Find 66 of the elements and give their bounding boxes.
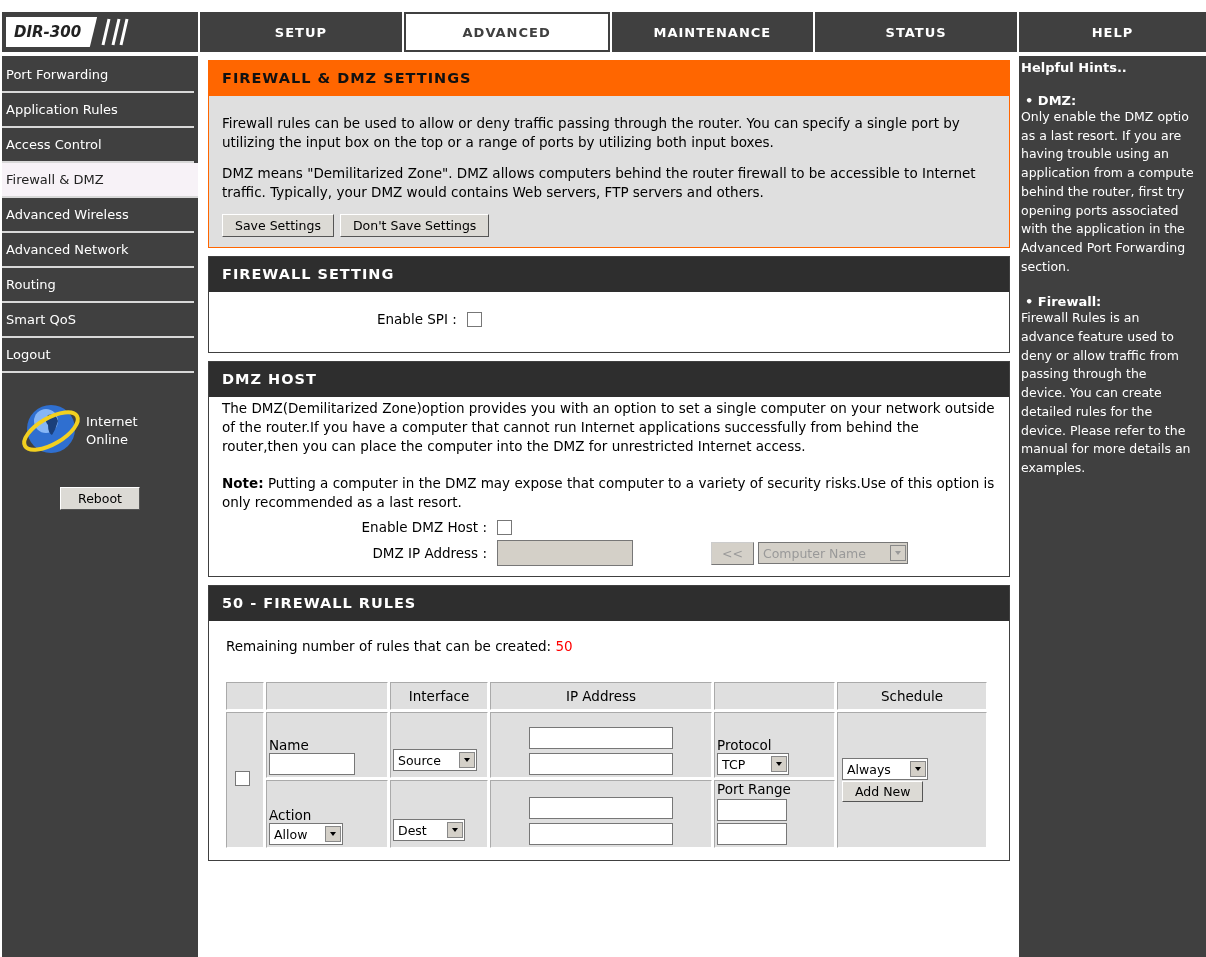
- dest-dropdown[interactable]: Dest: [393, 819, 465, 841]
- checkbox[interactable]: [235, 771, 250, 786]
- nav-tab[interactable]: ADVANCED: [403, 12, 610, 52]
- hint-heading: • Firewall:: [1024, 294, 1103, 310]
- connection-status: Internet Online: [86, 413, 139, 449]
- port-end-field[interactable]: [717, 823, 787, 845]
- column-header: IP Address: [490, 682, 712, 710]
- logo: DIR-300: [6, 17, 98, 47]
- sidebar-item[interactable]: Advanced Wireless: [2, 198, 194, 233]
- sidebar-item[interactable]: Logout: [2, 338, 194, 373]
- settings-button[interactable]: Don't Save Settings: [339, 214, 490, 237]
- sidebar-item[interactable]: Firewall & DMZ: [2, 163, 198, 198]
- settings-button[interactable]: Save Settings: [222, 214, 334, 237]
- hint-heading: • DMZ:: [1024, 93, 1078, 108]
- sidebar-item[interactable]: Port Forwarding: [2, 58, 194, 93]
- field-label: Action: [269, 807, 313, 823]
- field-label: Enable DMZ Host :: [360, 519, 487, 535]
- field-label: Protocol: [717, 737, 773, 753]
- sidebar-item[interactable]: Application Rules: [2, 93, 194, 128]
- field-label: Name: [269, 737, 310, 753]
- panel-title: DMZ HOST: [209, 362, 1009, 397]
- schedule-dropdown[interactable]: Always: [842, 758, 928, 780]
- help-tab[interactable]: HELP: [1019, 12, 1206, 52]
- caret-icon: [910, 761, 926, 777]
- panel-title: 50 - FIREWALL RULES: [209, 586, 1009, 621]
- slashes-icon: [99, 17, 130, 47]
- description-text: Firewall rules can be used to allow or deny traffic passing through the router. You can specify a single port by utilizing the input box on the top or a range of ports by utilizing both input boxes.: [222, 114, 961, 152]
- checkbox[interactable]: [497, 519, 512, 535]
- sidebar-item[interactable]: Advanced Network: [2, 233, 194, 268]
- ip-end-field[interactable]: [529, 823, 673, 845]
- description-text: DMZ means "Demilitarized Zone". DMZ allows computers behind the router firewall to be accessible to Internet traffic. Typically, your DMZ would contains Web servers, FTP servers and others.: [222, 164, 977, 202]
- caret-icon: [771, 756, 787, 772]
- note-text: Note: Putting a computer in the DMZ may expose that computer to a variety of security risks.Use of this option is only recommended as a last resort.: [222, 474, 996, 512]
- field-label: DMZ IP Address :: [371, 545, 487, 561]
- ip-start-field[interactable]: [529, 797, 673, 819]
- checkbox[interactable]: [466, 311, 482, 327]
- field-label: Port Range: [717, 781, 792, 797]
- caret-icon: [889, 545, 906, 561]
- nav-tab[interactable]: MAINTENANCE: [611, 12, 814, 52]
- ip-end-field[interactable]: [529, 753, 673, 775]
- column-header: Interface: [390, 682, 488, 710]
- action-dropdown[interactable]: Allow: [269, 823, 343, 845]
- add-new-button[interactable]: Add New: [842, 781, 924, 802]
- hint-text: Only enable the DMZ optio as a last resort. If you are having trouble using an application from a compute behind the router, first try opening ports associated with the application in the Advanced Port Forwarding section.: [1021, 108, 1195, 276]
- name-field[interactable]: [269, 753, 355, 775]
- panel-title: FIREWALL & DMZ SETTINGS: [209, 61, 1009, 96]
- remaining-rules-text: Remaining number of rules that can be created: 50: [226, 637, 574, 656]
- caret-icon: [447, 822, 463, 838]
- caret-icon: [459, 752, 475, 768]
- sidebar-item[interactable]: Smart QoS: [2, 303, 194, 338]
- protocol-dropdown[interactable]: TCP: [717, 753, 789, 775]
- field-label: Enable SPI :: [377, 311, 457, 327]
- reboot-button[interactable]: Reboot: [60, 487, 140, 510]
- panel-title: FIREWALL SETTING: [209, 257, 1009, 292]
- table-header-cell: [226, 682, 264, 710]
- sidebar-item[interactable]: Routing: [2, 268, 194, 303]
- source-dropdown[interactable]: Source: [393, 749, 477, 771]
- caret-icon: [325, 826, 341, 842]
- description-text: The DMZ(Demilitarized Zone)option provides you with an option to set a single computer on your network outside of the router.If you have a computer that cannot run Internet applications successfully from behind the router,then you can place the computer into the DMZ for unrestricted Internet access.: [222, 399, 996, 456]
- nav-tab[interactable]: SETUP: [200, 12, 402, 52]
- column-header: Schedule: [837, 682, 987, 710]
- ip-start-field[interactable]: [529, 727, 673, 749]
- help-title: Helpful Hints..: [1021, 60, 1128, 75]
- port-start-field[interactable]: [717, 799, 787, 821]
- nav-tab[interactable]: STATUS: [815, 12, 1017, 52]
- hint-text: Firewall Rules is an advance feature used to deny or allow traffic from passing through the device. You can create detailed rules for the device. Please refer to the manual for more details an examples.: [1021, 309, 1192, 477]
